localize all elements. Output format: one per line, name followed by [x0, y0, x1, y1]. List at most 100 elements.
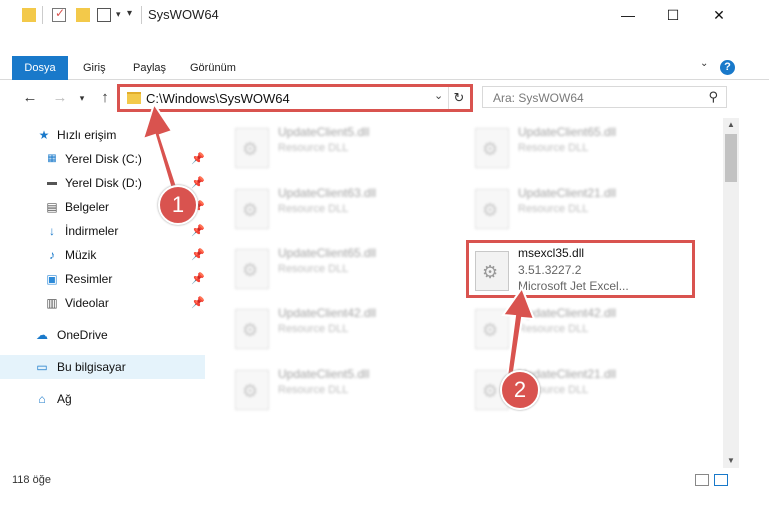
status-bar — [0, 470, 769, 490]
search-icon[interactable]: ⚲ — [708, 89, 718, 105]
pin-icon[interactable]: 📌 — [191, 152, 205, 165]
large-icons-view-icon[interactable] — [714, 474, 728, 486]
file-item[interactable]: UpdateClient65.dll Resource DLL — [470, 120, 690, 176]
pin-icon[interactable]: 📌 — [191, 176, 205, 189]
sidebar-item-onedrive[interactable]: ☁ OneDrive — [0, 323, 205, 347]
dll-file-icon — [235, 189, 269, 229]
dll-file-icon — [475, 189, 509, 229]
file-description: Resource DLL — [278, 263, 349, 275]
back-arrow-icon[interactable]: ← — [20, 88, 40, 108]
sidebar-item-music[interactable]: ♪ Müzik 📌 — [0, 243, 205, 267]
file-name: UpdateClient42.dll — [518, 306, 617, 320]
file-name: UpdateClient65.dll — [278, 246, 377, 260]
maximize-button[interactable]: ☐ — [650, 0, 696, 30]
address-path[interactable]: C:\Windows\SysWOW64 — [146, 91, 290, 106]
expand-ribbon-icon[interactable]: ⌄ — [700, 58, 708, 69]
divider — [42, 6, 43, 24]
scroll-up-arrow-icon[interactable]: ▲ — [723, 118, 739, 132]
sidebar-item-label: Videolar — [65, 296, 109, 310]
minimize-button[interactable]: — — [605, 0, 651, 30]
sidebar-item-label: Bu bilgisayar — [57, 360, 126, 374]
scroll-down-arrow-icon[interactable]: ▼ — [723, 454, 739, 468]
file-description: Resource DLL — [518, 203, 589, 215]
address-bar[interactable]: C:\Windows\SysWOW64 ⌄ ↻ — [117, 84, 473, 112]
file-item[interactable]: UpdateClient63.dll Resource DLL — [230, 181, 450, 237]
close-button[interactable]: ✕ — [696, 0, 742, 30]
music-icon: ♪ — [49, 248, 55, 262]
file-item[interactable]: UpdateClient65.dll Resource DLL — [230, 241, 450, 297]
file-item[interactable]: UpdateClient21.dll Resource DLL — [470, 181, 690, 237]
file-item[interactable]: UpdateClient5.dll Resource DLL — [230, 362, 450, 418]
sidebar-item-label: İndirmeler — [65, 224, 119, 238]
file-description: Resource DLL — [278, 384, 349, 396]
search-input[interactable]: Ara: SysWOW64 ⚲ — [482, 86, 727, 108]
dll-file-icon — [475, 128, 509, 168]
customize-toolbar-icon[interactable]: ▾ — [127, 8, 132, 19]
sidebar-item-label: Ağ — [57, 392, 72, 406]
file-name: UpdateClient21.dll — [518, 186, 617, 200]
sidebar-item-this-pc[interactable]: ▭ Bu bilgisayar — [0, 355, 205, 379]
file-description: Resource DLL — [518, 142, 589, 154]
pin-icon[interactable]: 📌 — [191, 272, 205, 285]
dll-file-icon — [235, 309, 269, 349]
sidebar-item-label: Belgeler — [65, 200, 110, 214]
file-item[interactable]: UpdateClient42.dll Resource DLL — [470, 301, 690, 357]
file-name: UpdateClient65.dll — [518, 125, 617, 139]
highlight-box — [466, 240, 695, 298]
scroll-thumb[interactable] — [725, 134, 737, 182]
new-folder-icon[interactable] — [76, 8, 90, 22]
tab-file[interactable]: Dosya — [12, 56, 68, 80]
dll-file-icon — [475, 309, 509, 349]
folder-icon — [22, 8, 36, 22]
drive-icon: ▬ — [47, 177, 57, 188]
computer-icon: ▭ — [36, 360, 48, 374]
file-name: UpdateClient5.dll — [278, 125, 370, 139]
documents-icon: ▤ — [46, 200, 58, 214]
network-icon: ⌂ — [38, 392, 46, 406]
windows-drive-icon: ▦ — [47, 153, 57, 164]
dll-file-icon — [235, 370, 269, 410]
pin-icon[interactable]: 📌 — [191, 224, 205, 237]
sidebar-item-label: Yerel Disk (C:) — [65, 152, 142, 166]
sidebar-item-disk-c[interactable]: ▦ Yerel Disk (C:) 📌 — [0, 147, 205, 171]
tab-share[interactable]: Paylaş — [133, 56, 166, 80]
sidebar-item-label: OneDrive — [57, 328, 108, 342]
tab-home[interactable]: Giriş — [83, 56, 106, 80]
navigation-pane: ★ Hızlı erişim ▦ Yerel Disk (C:) 📌 ▬ Yer… — [0, 120, 208, 460]
file-item[interactable]: UpdateClient42.dll Resource DLL — [230, 301, 450, 357]
file-description: Resource DLL — [278, 142, 349, 154]
sidebar-item-label: Yerel Disk (D:) — [65, 176, 142, 190]
sidebar-item-pictures[interactable]: ▣ Resimler 📌 — [0, 267, 205, 291]
chevron-down-icon[interactable]: ⌄ — [434, 89, 443, 102]
recent-locations-icon[interactable]: ▾ — [72, 88, 92, 108]
pin-icon[interactable]: 📌 — [191, 296, 205, 309]
item-count: 118 öğe — [12, 474, 51, 486]
sidebar-item-videos[interactable]: ▥ Videolar 📌 — [0, 291, 205, 315]
videos-icon: ▥ — [46, 296, 58, 310]
step-badge-2: 2 — [500, 370, 540, 410]
pictures-icon: ▣ — [46, 272, 58, 286]
sidebar-item-quick-access[interactable]: ★ Hızlı erişim — [0, 123, 205, 147]
file-item[interactable]: UpdateClient5.dll Resource DLL — [230, 120, 450, 176]
tab-view[interactable]: Görünüm — [190, 56, 236, 80]
folder-icon — [127, 92, 141, 104]
sidebar-item-network[interactable]: ⌂ Ağ — [0, 387, 205, 411]
help-icon[interactable]: ? — [720, 60, 735, 75]
file-description: Resource DLL — [278, 203, 349, 215]
details-view-icon[interactable] — [695, 474, 709, 486]
pin-icon[interactable]: 📌 — [191, 248, 205, 261]
cloud-icon: ☁ — [36, 328, 48, 342]
file-description: Resource DLL — [518, 323, 589, 335]
star-icon: ★ — [38, 128, 50, 142]
sidebar-item-label: Resimler — [65, 272, 113, 286]
sidebar-item-label: Müzik — [65, 248, 97, 262]
chevron-down-icon[interactable]: ▾ — [116, 9, 121, 20]
up-arrow-icon[interactable]: ↑ — [95, 88, 115, 108]
divider — [141, 6, 142, 24]
forward-arrow-icon[interactable]: → — [50, 88, 70, 108]
refresh-icon[interactable]: ↻ — [448, 87, 469, 109]
download-icon: ↓ — [49, 224, 55, 238]
step-badge-1: 1 — [158, 185, 198, 225]
view-icon[interactable] — [97, 8, 111, 22]
properties-icon[interactable]: ✓ — [52, 6, 66, 22]
